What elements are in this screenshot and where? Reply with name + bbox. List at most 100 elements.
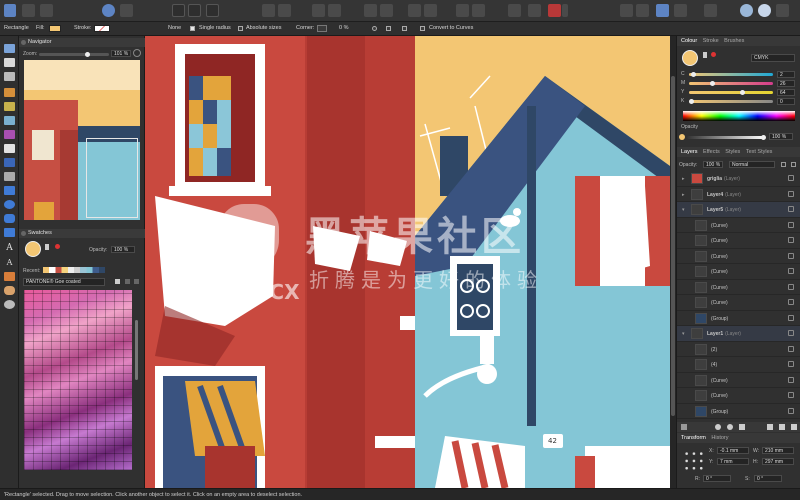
- view-tool-icon[interactable]: [4, 286, 15, 295]
- layer-row[interactable]: (Curve): [677, 249, 800, 264]
- layer-row[interactable]: (2): [677, 342, 800, 357]
- tab-transform[interactable]: Transform: [681, 435, 706, 441]
- colour-fill-well[interactable]: [682, 50, 698, 66]
- export-persona-icon[interactable]: [40, 4, 53, 17]
- corner-type-button[interactable]: [317, 25, 327, 32]
- ungroup-icon[interactable]: [636, 4, 649, 17]
- channel-field-m[interactable]: 26: [777, 80, 795, 87]
- corner-tool-icon[interactable]: [4, 72, 15, 81]
- visibility-checkbox[interactable]: [788, 345, 794, 352]
- layer-opacity-field[interactable]: 100 %: [703, 161, 723, 168]
- tab-text-styles[interactable]: Text Styles: [746, 149, 773, 155]
- channel-field-c[interactable]: 2: [777, 71, 795, 78]
- palette-list-view-icon[interactable]: [125, 279, 130, 284]
- layer-row[interactable]: (4): [677, 357, 800, 373]
- zoom-plus-icon[interactable]: [133, 49, 141, 57]
- visibility-checkbox[interactable]: [788, 361, 794, 367]
- transform-mode-icon[interactable]: [188, 4, 201, 17]
- x-field[interactable]: -0.1 mm: [717, 447, 749, 454]
- zoom-field[interactable]: 101 %: [111, 50, 131, 57]
- pixel-persona-icon[interactable]: [22, 4, 35, 17]
- new-layer-icon[interactable]: [767, 424, 773, 430]
- add-layer-icon[interactable]: [681, 424, 687, 430]
- distribute-icon[interactable]: [674, 4, 687, 17]
- palette-select[interactable]: PANTONE® Goe coated: [23, 278, 105, 286]
- transparency-tool-icon[interactable]: [4, 144, 15, 153]
- chevron-right-icon[interactable]: ▸: [682, 176, 685, 182]
- convert-icon[interactable]: [420, 26, 425, 31]
- blend-mode-select[interactable]: Normal: [729, 161, 775, 168]
- layer-options-icon[interactable]: [791, 162, 796, 167]
- layer-row[interactable]: (Curve): [677, 388, 800, 404]
- visibility-checkbox[interactable]: [788, 190, 794, 197]
- navigator-header[interactable]: Navigator: [19, 38, 145, 47]
- mask-layer-icon[interactable]: [715, 424, 721, 430]
- arrange-back-icon[interactable]: [312, 4, 325, 17]
- visibility-checkbox[interactable]: [788, 314, 794, 321]
- arrange-icon[interactable]: [656, 4, 669, 17]
- arrange-front-icon[interactable]: [328, 4, 341, 17]
- visibility-checkbox[interactable]: [788, 221, 794, 228]
- tab-layers[interactable]: Layers: [681, 149, 698, 155]
- navigator-preview[interactable]: [24, 60, 140, 220]
- s-field[interactable]: 0 °: [754, 475, 782, 482]
- visibility-checkbox[interactable]: [788, 206, 794, 212]
- no-colour-icon[interactable]: [711, 52, 716, 57]
- art-text-tool-icon[interactable]: A: [4, 258, 15, 267]
- view-mode-icon[interactable]: [740, 4, 753, 17]
- channel-slider-m[interactable]: [689, 81, 773, 86]
- crop-tool-icon[interactable]: [4, 172, 15, 181]
- channel-slider-c[interactable]: [689, 72, 773, 77]
- recent-swatches[interactable]: [43, 267, 105, 273]
- channel-knob-k[interactable]: [689, 99, 694, 104]
- delete-layer-icon[interactable]: [779, 424, 785, 430]
- assistant-icon[interactable]: [102, 4, 115, 17]
- transform-origin-icon[interactable]: [172, 4, 185, 17]
- visibility-checkbox[interactable]: [788, 407, 794, 414]
- visibility-checkbox[interactable]: [788, 376, 794, 383]
- visibility-checkbox[interactable]: [788, 299, 794, 305]
- layer-row[interactable]: (Curve): [677, 373, 800, 388]
- r-field[interactable]: 0 °: [703, 475, 731, 482]
- swatch-grid[interactable]: [24, 290, 132, 470]
- corner-value[interactable]: 0 %: [339, 25, 348, 31]
- visibility-checkbox[interactable]: [788, 283, 794, 290]
- close-icon[interactable]: [21, 231, 26, 236]
- palette-menu-icon[interactable]: [134, 279, 139, 284]
- visibility-checkbox[interactable]: [788, 175, 794, 181]
- colour-opacity-field[interactable]: 100 %: [769, 133, 793, 140]
- convert-to-curves-button[interactable]: Convert to Curves: [429, 25, 473, 31]
- fill-tool-icon[interactable]: [4, 130, 15, 139]
- absolute-sizes-checkbox[interactable]: [238, 26, 243, 31]
- snap-options-icon[interactable]: [562, 4, 568, 17]
- w-field[interactable]: 210 mm: [762, 447, 794, 454]
- colour-picker-icon[interactable]: [45, 244, 49, 250]
- tab-brushes[interactable]: Brushes: [724, 38, 744, 44]
- layer-row[interactable]: (Curve): [677, 233, 800, 249]
- move-back-icon[interactable]: [262, 4, 275, 17]
- layer-row[interactable]: (Curve): [677, 264, 800, 280]
- flip-horizontal-icon[interactable]: [364, 4, 377, 17]
- layer-row[interactable]: ▾ Layer1 (Layer): [677, 326, 800, 342]
- channel-knob-y[interactable]: [740, 90, 746, 95]
- layer-menu-icon[interactable]: [791, 424, 797, 430]
- anchor-grid[interactable]: [683, 450, 705, 472]
- visibility-checkbox[interactable]: [788, 252, 794, 259]
- visibility-checkbox[interactable]: [788, 237, 794, 243]
- colour-opacity-slider[interactable]: [687, 135, 766, 140]
- chevron-down-icon[interactable]: ▾: [682, 331, 685, 337]
- transform-objects-icon[interactable]: [206, 4, 219, 17]
- layer-row[interactable]: (Curve): [677, 295, 800, 311]
- layer-row[interactable]: (Curve): [677, 218, 800, 233]
- insert-inside-icon[interactable]: [528, 4, 541, 17]
- group-icon[interactable]: [620, 4, 633, 17]
- close-icon[interactable]: [21, 40, 26, 45]
- rectangle-tool-icon[interactable]: [4, 186, 15, 195]
- fill-swatch[interactable]: [49, 25, 61, 32]
- preferences-icon[interactable]: [704, 4, 717, 17]
- channel-field-y[interactable]: 64: [777, 89, 795, 96]
- boolean-add-icon[interactable]: [456, 4, 469, 17]
- channel-slider-y[interactable]: [689, 90, 773, 95]
- tab-history[interactable]: History: [711, 435, 728, 441]
- visibility-checkbox[interactable]: [788, 392, 794, 398]
